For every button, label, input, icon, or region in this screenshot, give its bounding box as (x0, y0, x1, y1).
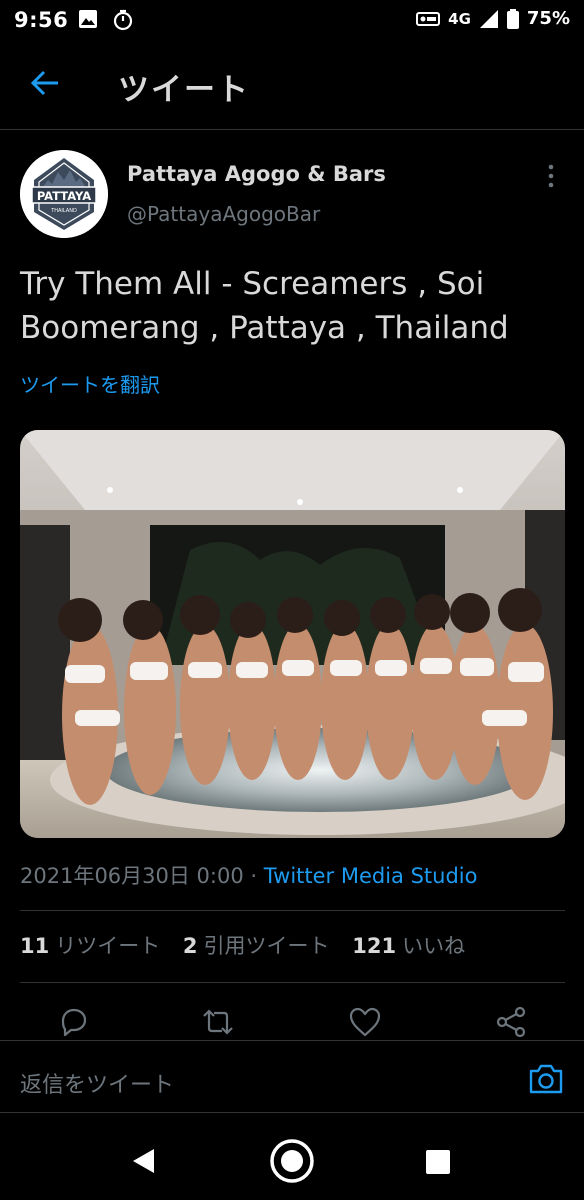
retweets-stat[interactable]: 11 リツイート (20, 934, 160, 958)
tweet-stats: 11 リツイート 2 引用ツイート 121 いいね (20, 930, 481, 960)
page-title: ツイート (118, 72, 250, 108)
tweet-text: Try Them All - Screamers , Soi Boomerang… (20, 266, 509, 346)
reply-input[interactable]: 返信をツイート (20, 1067, 174, 1099)
nav-back-icon[interactable] (130, 1147, 158, 1175)
likes-stat[interactable]: 121 いいね (352, 934, 465, 958)
quotes-count: 2 (182, 934, 198, 958)
battery-icon (506, 8, 519, 29)
likes-count: 121 (352, 934, 397, 958)
nav-recents-icon[interactable] (425, 1149, 451, 1175)
tweet-meta: 2021年06月30日 0:00 · Twitter Media Studio (20, 860, 478, 890)
meta-separator: · (250, 864, 258, 888)
battery-level: 75% (526, 8, 570, 29)
author-handle[interactable]: @PattayaAgogoBar (127, 202, 320, 226)
network-type: 4G (448, 9, 471, 28)
tweet-date: 2021年06月30日 0:00 (20, 864, 244, 888)
vpn-icon (416, 11, 441, 26)
timer-icon (113, 9, 133, 31)
pattaya-logo-icon: PATTAYA THAILAND (20, 150, 108, 238)
reply-bar[interactable]: 返信をツイート (0, 1041, 584, 1113)
quotes-label: 引用ツイート (203, 934, 330, 958)
status-time: 9:56 (14, 8, 69, 32)
signal-icon (479, 9, 498, 28)
divider (20, 982, 565, 983)
tweet-photo (20, 430, 565, 838)
like-icon[interactable] (347, 1004, 383, 1040)
author-name[interactable]: Pattaya Agogo & Bars (127, 162, 386, 186)
camera-icon[interactable] (528, 1063, 564, 1095)
divider (20, 910, 565, 911)
retweet-icon[interactable] (200, 1004, 236, 1040)
status-bar: 9:56 4G 75% (0, 0, 584, 40)
tweet-source[interactable]: Twitter Media Studio (264, 864, 478, 888)
quotes-stat[interactable]: 2 引用ツイート (183, 934, 330, 958)
more-options-icon[interactable] (540, 162, 562, 190)
svg-text:PATTAYA: PATTAYA (37, 189, 91, 203)
retweets-label: リツイート (55, 934, 161, 958)
svg-text:THAILAND: THAILAND (50, 208, 77, 214)
arrow-left-icon[interactable] (30, 68, 62, 98)
header: ツイート (0, 40, 584, 130)
nav-home-icon[interactable] (268, 1137, 316, 1185)
tweet-image[interactable] (20, 430, 565, 838)
system-nav-bar (0, 1113, 584, 1200)
translate-link[interactable]: ツイートを翻訳 (20, 369, 160, 398)
likes-label: いいね (402, 934, 466, 958)
image-icon (79, 10, 97, 28)
reply-icon[interactable] (55, 1004, 91, 1040)
share-icon[interactable] (493, 1004, 529, 1040)
avatar[interactable]: PATTAYA THAILAND (20, 150, 108, 238)
retweets-count: 11 (20, 934, 50, 958)
